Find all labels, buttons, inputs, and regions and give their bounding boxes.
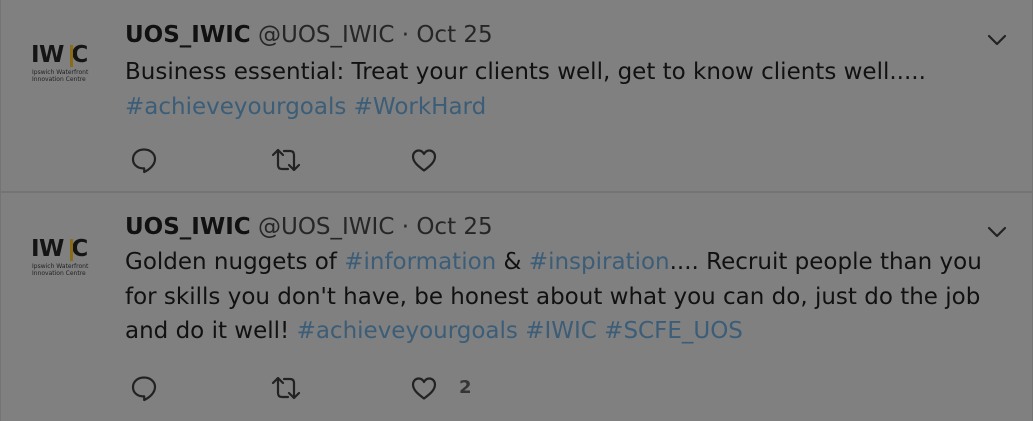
retweet-button[interactable] xyxy=(269,145,303,175)
logo-bar xyxy=(70,45,73,67)
logo-subtitle: Ipswich Waterfront Innovation Centre xyxy=(32,69,88,83)
hashtag-link[interactable]: #achieveyourgoals xyxy=(125,94,346,120)
tweet-text: Golden nuggets of #information & #inspir… xyxy=(125,245,1005,349)
reply-button[interactable] xyxy=(129,145,159,175)
heart-icon xyxy=(411,149,437,172)
logo-bar xyxy=(70,239,73,261)
logo-line-1: Ipswich Waterfront xyxy=(32,69,89,76)
like-count: 2 xyxy=(459,377,472,398)
tweet-text-line: Business essential: Treat your clients w… xyxy=(125,59,926,85)
tweet-actions: 2 xyxy=(129,373,549,403)
tweet-feed: IW C Ipswich Waterfront Innovation Centr… xyxy=(0,0,1033,421)
display-name[interactable]: UOS_IWIC xyxy=(125,214,251,240)
tweet-date[interactable]: Oct 25 xyxy=(416,22,492,48)
heart-icon xyxy=(411,377,437,400)
hashtag-link[interactable]: #SCFE_UOS xyxy=(604,318,743,344)
user-handle[interactable]: @UOS_IWIC xyxy=(258,22,394,48)
logo-line-2: Innovation Centre xyxy=(32,270,86,277)
tweet-2[interactable]: IW C Ipswich Waterfront Innovation Centr… xyxy=(1,193,1032,421)
display-name[interactable]: UOS_IWIC xyxy=(125,22,251,48)
tweet-actions xyxy=(129,145,549,175)
like-button[interactable] xyxy=(409,373,439,403)
reply-button[interactable] xyxy=(129,373,159,403)
logo-line-1: Ipswich Waterfront xyxy=(32,263,89,270)
chevron-down-icon[interactable] xyxy=(987,224,1007,238)
iwic-logo: IW C xyxy=(31,236,88,262)
tweet-text-segment: & xyxy=(496,249,529,275)
hashtag-link[interactable]: #inspiration xyxy=(529,249,670,275)
logo-subtitle: Ipswich Waterfront Innovation Centre xyxy=(32,263,88,277)
tweet-header: UOS_IWIC @UOS_IWIC · Oct 25 xyxy=(125,212,493,242)
hashtag-link[interactable]: #achieveyourgoals xyxy=(297,318,518,344)
retweet-icon xyxy=(271,376,301,400)
hashtag-link[interactable]: #IWIC xyxy=(525,318,597,344)
avatar[interactable]: IW C Ipswich Waterfront Innovation Centr… xyxy=(31,238,99,284)
logo-line-2: Innovation Centre xyxy=(32,76,86,83)
hashtag-link[interactable]: #information xyxy=(344,249,496,275)
tweet-text-segment: Golden nuggets of xyxy=(125,249,345,275)
reply-icon xyxy=(131,148,157,174)
reply-icon xyxy=(131,376,157,402)
tweet-text: Business essential: Treat your clients w… xyxy=(125,55,1005,124)
chevron-down-icon[interactable] xyxy=(987,32,1007,46)
user-handle[interactable]: @UOS_IWIC xyxy=(258,214,394,240)
tweet-1[interactable]: IW C Ipswich Waterfront Innovation Centr… xyxy=(1,0,1032,192)
separator-dot: · xyxy=(401,214,410,240)
separator-dot: · xyxy=(401,22,410,48)
retweet-icon xyxy=(271,148,301,172)
like-button[interactable] xyxy=(409,145,439,175)
tweet-header: UOS_IWIC @UOS_IWIC · Oct 25 xyxy=(125,20,493,50)
hashtag-link[interactable]: #WorkHard xyxy=(354,94,487,120)
retweet-button[interactable] xyxy=(269,373,303,403)
iwic-logo: IW C xyxy=(31,42,88,68)
avatar[interactable]: IW C Ipswich Waterfront Innovation Centr… xyxy=(31,44,99,90)
tweet-date[interactable]: Oct 25 xyxy=(416,214,492,240)
